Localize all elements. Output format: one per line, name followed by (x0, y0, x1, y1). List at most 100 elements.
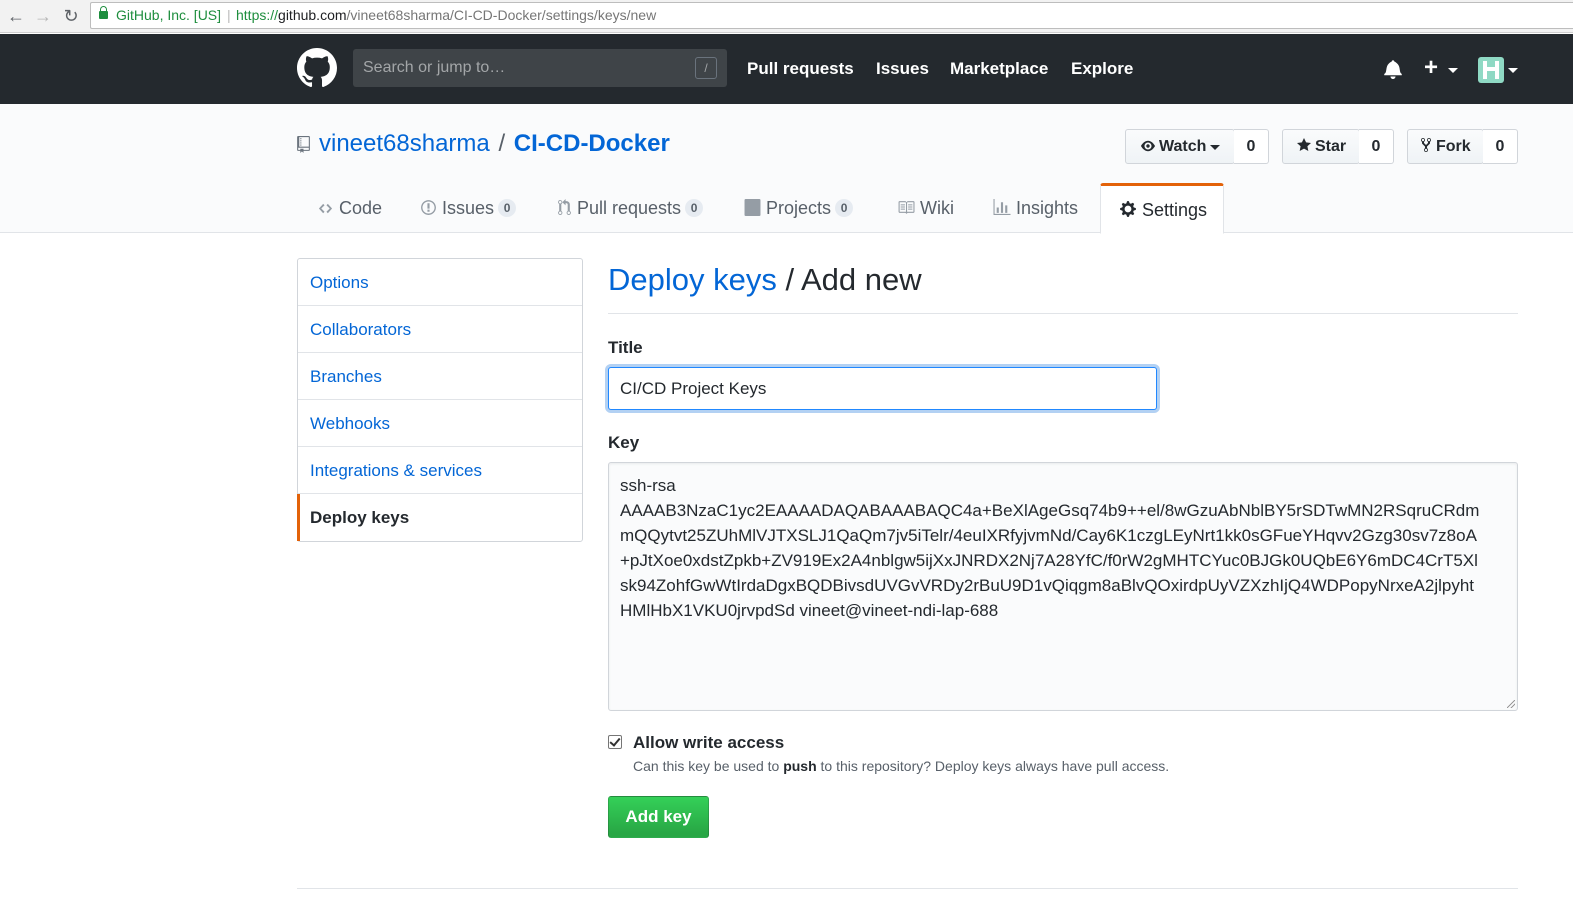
star-button[interactable]: Star (1282, 129, 1360, 164)
tab-label: Settings (1142, 200, 1208, 220)
chevron-down-icon (1210, 145, 1220, 150)
project-icon (744, 199, 761, 216)
fork-count[interactable]: 0 (1483, 129, 1518, 164)
key-text-line: +pJtXoe0xdstZpkb+ZV919Ex2A4nblgw5ijXxJNR… (620, 551, 1478, 570)
footer-divider (297, 888, 1518, 889)
github-logo-icon[interactable] (297, 48, 337, 88)
key-text-line: sk94ZohfGwWtIrdaDgxBQDBivsdUVGvVRDy2rBuU… (620, 576, 1475, 595)
tab-label: Wiki (920, 198, 954, 218)
address-separator: | (227, 7, 231, 23)
pull-request-icon (558, 199, 571, 215)
note-bold: push (783, 758, 817, 774)
address-bar[interactable]: GitHub, Inc. [US] | https://github.com/v… (90, 2, 1573, 29)
bell-icon[interactable] (1384, 59, 1402, 79)
fork-button[interactable]: Fork (1407, 129, 1484, 164)
resize-handle-icon[interactable] (1507, 700, 1515, 708)
chevron-down-icon (1508, 68, 1518, 73)
note-text: Can this key be used to (633, 758, 784, 774)
header-nav-explore[interactable]: Explore (1071, 59, 1133, 79)
star-icon (1297, 138, 1311, 151)
tab-pull-requests[interactable]: Pull requests 0 (557, 184, 704, 233)
header-nav-marketplace[interactable]: Marketplace (950, 59, 1048, 79)
title-label: Title (608, 338, 643, 357)
site-header: Search or jump to… / Pull requests Issue… (0, 34, 1573, 104)
tab-projects[interactable]: Projects 0 (744, 184, 854, 233)
sidebar-item-integrations[interactable]: Integrations & services (298, 447, 582, 494)
tab-wiki[interactable]: Wiki (897, 184, 954, 233)
tab-label: Code (339, 198, 383, 218)
page-heading: Add new (801, 262, 922, 297)
counter-badge: 0 (685, 199, 704, 217)
tab-insights[interactable]: Insights (993, 184, 1078, 233)
fork-icon (1421, 138, 1431, 152)
plus-icon[interactable]: + (1424, 55, 1438, 81)
repo-icon (297, 136, 310, 153)
reload-icon[interactable]: ↻ (61, 6, 81, 26)
chevron-down-icon (1448, 68, 1458, 73)
add-key-button[interactable]: Add key (608, 796, 709, 838)
sidebar-item-webhooks[interactable]: Webhooks (298, 400, 582, 447)
issue-icon (421, 200, 436, 215)
lock-icon (99, 6, 108, 19)
breadcrumb-separator: / (776, 262, 801, 297)
key-text-line: HMlHbX1VKU0jrvpdSd vineet@vineet-ndi-lap… (620, 601, 999, 620)
tab-label: Projects (766, 198, 832, 218)
sidebar-item-options[interactable]: Options (298, 259, 582, 306)
key-text-line: mQQytvt25ZUhMlVJTXSLJ1QaQm7jv5iTelr/4euI… (620, 526, 1477, 545)
breadcrumb-deploy-keys[interactable]: Deploy keys (608, 262, 777, 297)
settings-sidebar-menu: Options Collaborators Branches Webhooks … (297, 258, 583, 542)
note-text: to this repository? Deploy keys always h… (816, 758, 1170, 774)
star-label: Star (1315, 138, 1347, 155)
tab-label: Insights (1016, 198, 1079, 218)
watch-count[interactable]: 0 (1234, 129, 1269, 164)
counter-badge: 0 (835, 199, 854, 217)
allow-write-checkbox[interactable] (608, 735, 622, 749)
gear-icon (1120, 201, 1136, 217)
tab-label: Issues (442, 198, 495, 218)
allow-write-label[interactable]: Allow write access (633, 733, 784, 753)
repository-header: vineet68sharma / CI-CD-Docker Watch 0 St… (0, 104, 1573, 234)
key-label: Key (608, 433, 640, 452)
key-textarea[interactable]: ssh-rsa AAAAB3NzaC1yc2EAAAADAQABAAABAQC4… (608, 462, 1518, 711)
search-input[interactable]: Search or jump to… / (353, 49, 727, 87)
forward-arrow-icon[interactable]: → (33, 6, 53, 26)
url-scheme: https:// (236, 7, 279, 23)
tab-settings[interactable]: Settings (1100, 183, 1224, 234)
star-count[interactable]: 0 (1359, 129, 1394, 164)
watch-label: Watch (1159, 138, 1207, 155)
eye-icon (1141, 140, 1155, 152)
tab-issues[interactable]: Issues 0 (420, 184, 517, 233)
repo-title: vineet68sharma / CI-CD-Docker (319, 130, 670, 158)
repo-title-separator: / (498, 130, 506, 157)
key-text-line: ssh-rsa (620, 476, 676, 495)
sidebar-item-collaborators[interactable]: Collaborators (298, 306, 582, 353)
tab-label: Pull requests (577, 198, 682, 218)
url-text: https://github.com/vineet68sharma/CI-CD-… (236, 3, 656, 28)
code-icon (318, 203, 333, 214)
sidebar-item-deploy-keys[interactable]: Deploy keys (297, 494, 582, 541)
site-identity: GitHub, Inc. [US] (116, 7, 222, 23)
allow-write-note: Can this key be used to push to this rep… (633, 758, 1169, 774)
sidebar-item-branches[interactable]: Branches (298, 353, 582, 400)
url-path: /vineet68sharma/CI-CD-Docker/settings/ke… (346, 7, 657, 23)
watch-button[interactable]: Watch (1125, 129, 1235, 164)
repo-owner-link[interactable]: vineet68sharma (319, 130, 490, 157)
url-host: github.com (278, 7, 347, 23)
counter-badge: 0 (498, 199, 517, 217)
header-nav-issues[interactable]: Issues (876, 59, 929, 79)
fork-label: Fork (1436, 138, 1471, 155)
tab-code[interactable]: Code (317, 184, 382, 233)
back-arrow-icon[interactable]: ← (6, 6, 26, 26)
graph-icon (993, 199, 1011, 215)
book-icon (898, 201, 915, 214)
slash-shortcut-key: / (695, 57, 717, 79)
avatar[interactable] (1478, 57, 1504, 83)
browser-toolbar: ← → ↻ GitHub, Inc. [US] | https://github… (0, 0, 1573, 33)
page-title: Deploy keys / Add new (608, 262, 922, 298)
key-text-line: AAAAB3NzaC1yc2EAAAADAQABAAABAQC4a+BeXlAg… (620, 501, 1480, 520)
repo-name-link[interactable]: CI-CD-Docker (514, 130, 670, 157)
title-field[interactable]: CI/CD Project Keys (608, 367, 1157, 410)
search-placeholder: Search or jump to… (363, 59, 506, 76)
header-nav-pull-requests[interactable]: Pull requests (747, 59, 854, 79)
divider (608, 313, 1518, 314)
